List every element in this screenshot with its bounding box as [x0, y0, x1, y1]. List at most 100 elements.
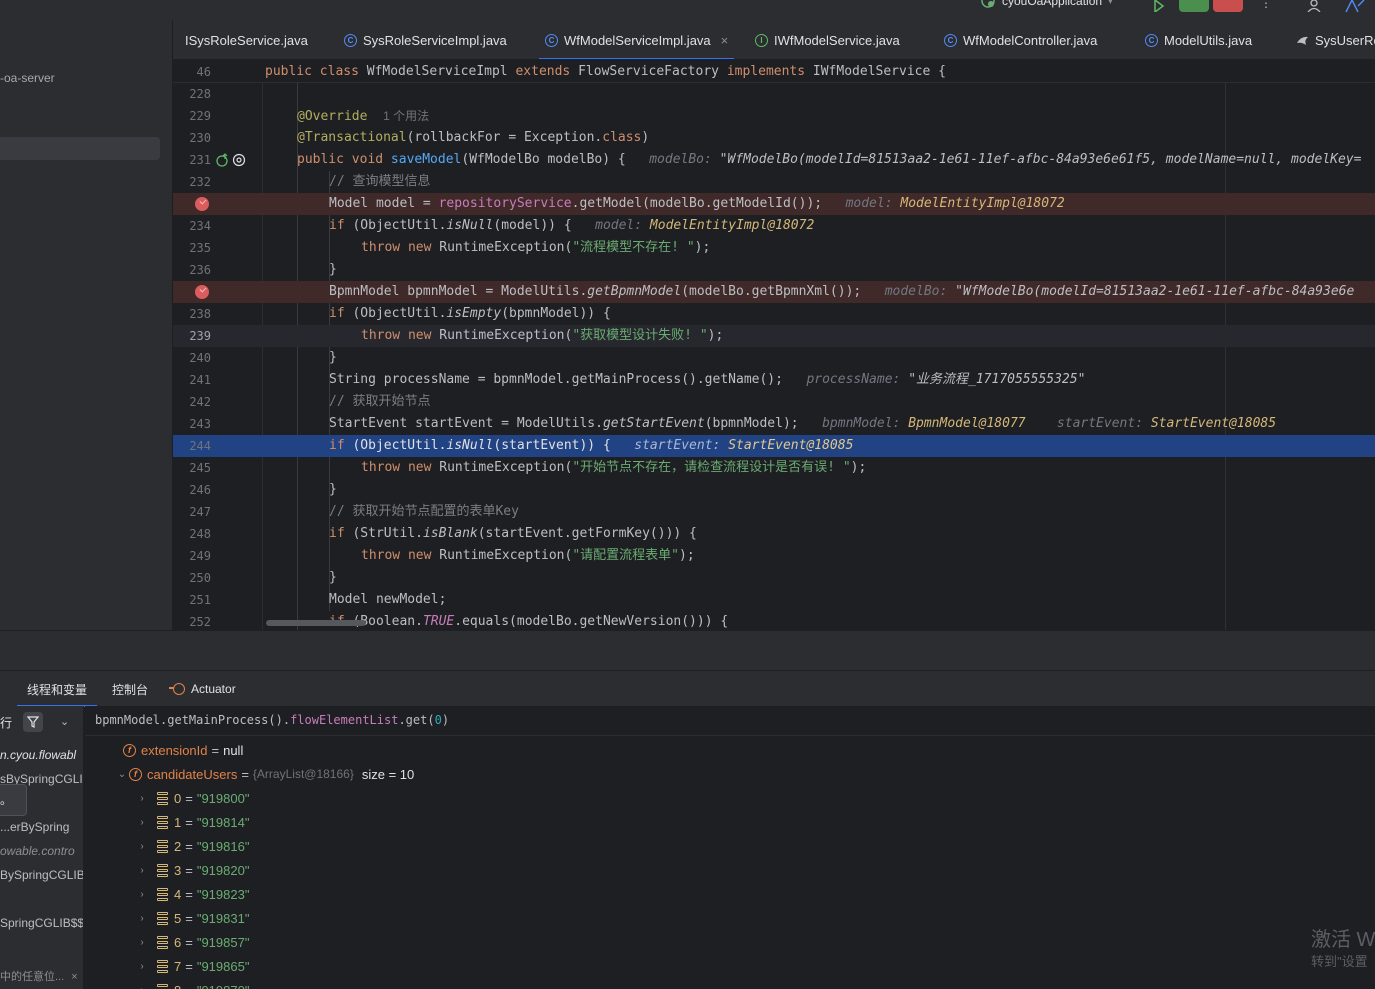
list-item[interactable]: › 4 = "919823" [135, 882, 249, 906]
code-line: 250 } [173, 567, 1375, 589]
code-line: 248 if (StrUtil.isBlank(startEvent.getFo… [173, 523, 1375, 545]
project-panel: -oa-server [0, 20, 173, 630]
sticky-header-line: 46 public class WfModelServiceImpl exten… [173, 61, 1375, 83]
chevron-down-icon[interactable]: ⌄ [60, 715, 69, 728]
item-value: "919865" [196, 958, 250, 974]
frame-item[interactable]: owable.contro [0, 844, 75, 858]
endpoint-icon[interactable] [232, 153, 246, 167]
project-tree-selected-item[interactable] [0, 137, 160, 160]
usage-hint[interactable]: 1 个用法 [383, 109, 429, 123]
tab-label: WfModelServiceImpl.java [564, 32, 711, 48]
item-value: "919870" [197, 983, 250, 989]
stop-button[interactable] [1213, 0, 1243, 12]
inline-var-value: ModelEntityImpl@18072 [900, 196, 1065, 211]
run-config-selector[interactable]: cyouOaApplication ▾ [980, 0, 1113, 9]
evaluate-expression-input[interactable]: bpmnModel.getMainProcess().flowElementLi… [85, 706, 1375, 736]
more-icon[interactable]: ⋮ [1260, 0, 1272, 10]
breakpoint-icon[interactable] [195, 285, 209, 299]
list-item[interactable]: › 2 = "919816" [135, 834, 249, 858]
item-index: 5 [174, 910, 182, 926]
frames-toolbar: 行 ⌄ [0, 706, 83, 736]
breakpoint-icon[interactable] [195, 197, 209, 211]
code-line: 229 @Override 1 个用法 [173, 105, 1375, 127]
code-line: 238 if (ObjectUtil.isEmpty(bpmnModel)) { [173, 303, 1375, 325]
frame-item[interactable]: BySpringCGLIB [0, 868, 83, 882]
item-value: "919823" [196, 886, 250, 902]
run-config-label: cyouOaApplication [1002, 0, 1103, 8]
inline-var-value: ModelEntityImpl@18072 [649, 218, 815, 233]
line-number: 228 [189, 87, 211, 101]
item-index: 6 [174, 934, 182, 950]
frame-item[interactable]: n.cyou.flowabl [0, 748, 76, 762]
chevron-right-icon[interactable]: › [135, 841, 149, 852]
inline-var-value: "WfModelBo(modelId=81513aa2-1e61-11ef-af… [719, 152, 1362, 167]
item-value: "919857" [196, 934, 250, 950]
chevron-right-icon[interactable]: › [135, 937, 149, 948]
rerun-icon[interactable] [1152, 0, 1168, 12]
title-bar: cyouOaApplication ▾ ⋮ [0, 0, 1375, 20]
chevron-right-icon[interactable]: › [135, 889, 149, 900]
list-item[interactable]: › 0 = "919800" [135, 786, 249, 810]
filter-button[interactable] [23, 712, 43, 732]
variable-row[interactable]: ⌄ f candidateUsers = {ArrayList@18166} s… [115, 762, 414, 786]
close-icon[interactable]: × [71, 971, 77, 983]
expression-text: bpmnModel.getMainProcess().flowElementLi… [95, 713, 450, 727]
horizontal-scrollbar[interactable] [266, 620, 366, 626]
frame-item[interactable]: SpringCGLIB$$ [0, 916, 83, 930]
chevron-right-icon[interactable]: › [135, 793, 149, 804]
item-index: 7 [174, 958, 182, 974]
code-line-execution-point: 244 if (ObjectUtil.isNull(startEvent)) {… [173, 435, 1375, 457]
inline-var-value: StartEvent@18085 [728, 438, 854, 453]
tab-console[interactable]: 控制台 [112, 671, 148, 707]
project-root-label[interactable]: -oa-server [0, 71, 55, 85]
line-number: 235 [189, 241, 211, 255]
tab-iwfmodelservice[interactable]: I IWfModelService.java [755, 20, 900, 59]
inline-var-name: startEvent: [634, 438, 721, 453]
line-number: 244 [189, 439, 211, 453]
tab-label: ModelUtils.java [1164, 32, 1253, 48]
line-number: 240 [189, 351, 211, 365]
tab-threads-variables[interactable]: 线程和变量 [16, 671, 98, 707]
tab-label: SysRoleServiceImpl.java [363, 32, 507, 48]
translate-icon[interactable] [1344, 0, 1366, 12]
code-line-breakpoint: BpmnModel bpmnModel = ModelUtils.getBpmn… [173, 281, 1375, 303]
chevron-right-icon[interactable]: › [135, 865, 149, 876]
chevron-right-icon[interactable]: › [135, 913, 149, 924]
tab-actuator[interactable]: Actuator [169, 671, 236, 707]
code-line: 234 if (ObjectUtil.isNull(model)) { mode… [173, 215, 1375, 237]
close-icon[interactable]: × [721, 33, 729, 48]
tab-sysroleserviceimpl[interactable]: C SysRoleServiceImpl.java [344, 20, 507, 59]
tab-wfmodelcontroller[interactable]: C WfModelController.java [944, 20, 1097, 59]
variable-row[interactable]: f extensionId = null [123, 738, 243, 762]
debug-button[interactable] [1179, 0, 1209, 12]
actuator-icon [169, 683, 185, 695]
bird-icon [1297, 36, 1308, 45]
list-item[interactable]: › 6 = "919857" [135, 930, 249, 954]
tab-isysroleservice[interactable]: ISysRoleService.java [185, 20, 308, 59]
add-user-icon[interactable] [1307, 0, 1325, 12]
line-number: 251 [189, 593, 211, 607]
list-item[interactable]: ›8="919870" [135, 978, 249, 989]
list-item[interactable]: › 5 = "919831" [135, 906, 249, 930]
line-number: 236 [189, 263, 211, 277]
inline-var-value: StartEvent@18085 [1150, 416, 1277, 431]
list-item[interactable]: › 3 = "919820" [135, 858, 249, 882]
code-line: 230 @Transactional(rollbackFor = Excepti… [173, 127, 1375, 149]
line-number: 242 [189, 395, 211, 409]
list-item[interactable]: › 7 = "919865" [135, 954, 249, 978]
chevron-right-icon[interactable]: › [135, 817, 149, 828]
item-index: 0 [174, 790, 182, 806]
tab-sysuserro[interactable]: SysUserRo [1296, 20, 1375, 59]
tab-wfmodelserviceimpl[interactable]: C WfModelServiceImpl.java × [538, 20, 735, 59]
list-item[interactable]: › 1 = "919814" [135, 810, 249, 834]
inline-var-name: bpmnModel: [822, 416, 901, 431]
frame-item[interactable]: ...erBySpring [0, 820, 69, 834]
implementation-icon[interactable] [216, 153, 230, 167]
chevron-right-icon[interactable]: › [135, 961, 149, 972]
code-line: 246 } [173, 479, 1375, 501]
chevron-right-icon[interactable]: › [135, 985, 149, 989]
frames-hint-text: 中的任意位... [0, 971, 65, 983]
code-editor[interactable]: 46 public class WfModelServiceImpl exten… [173, 61, 1375, 630]
chevron-down-icon[interactable]: ⌄ [115, 769, 129, 780]
tab-modelutils[interactable]: C ModelUtils.java [1145, 20, 1253, 59]
